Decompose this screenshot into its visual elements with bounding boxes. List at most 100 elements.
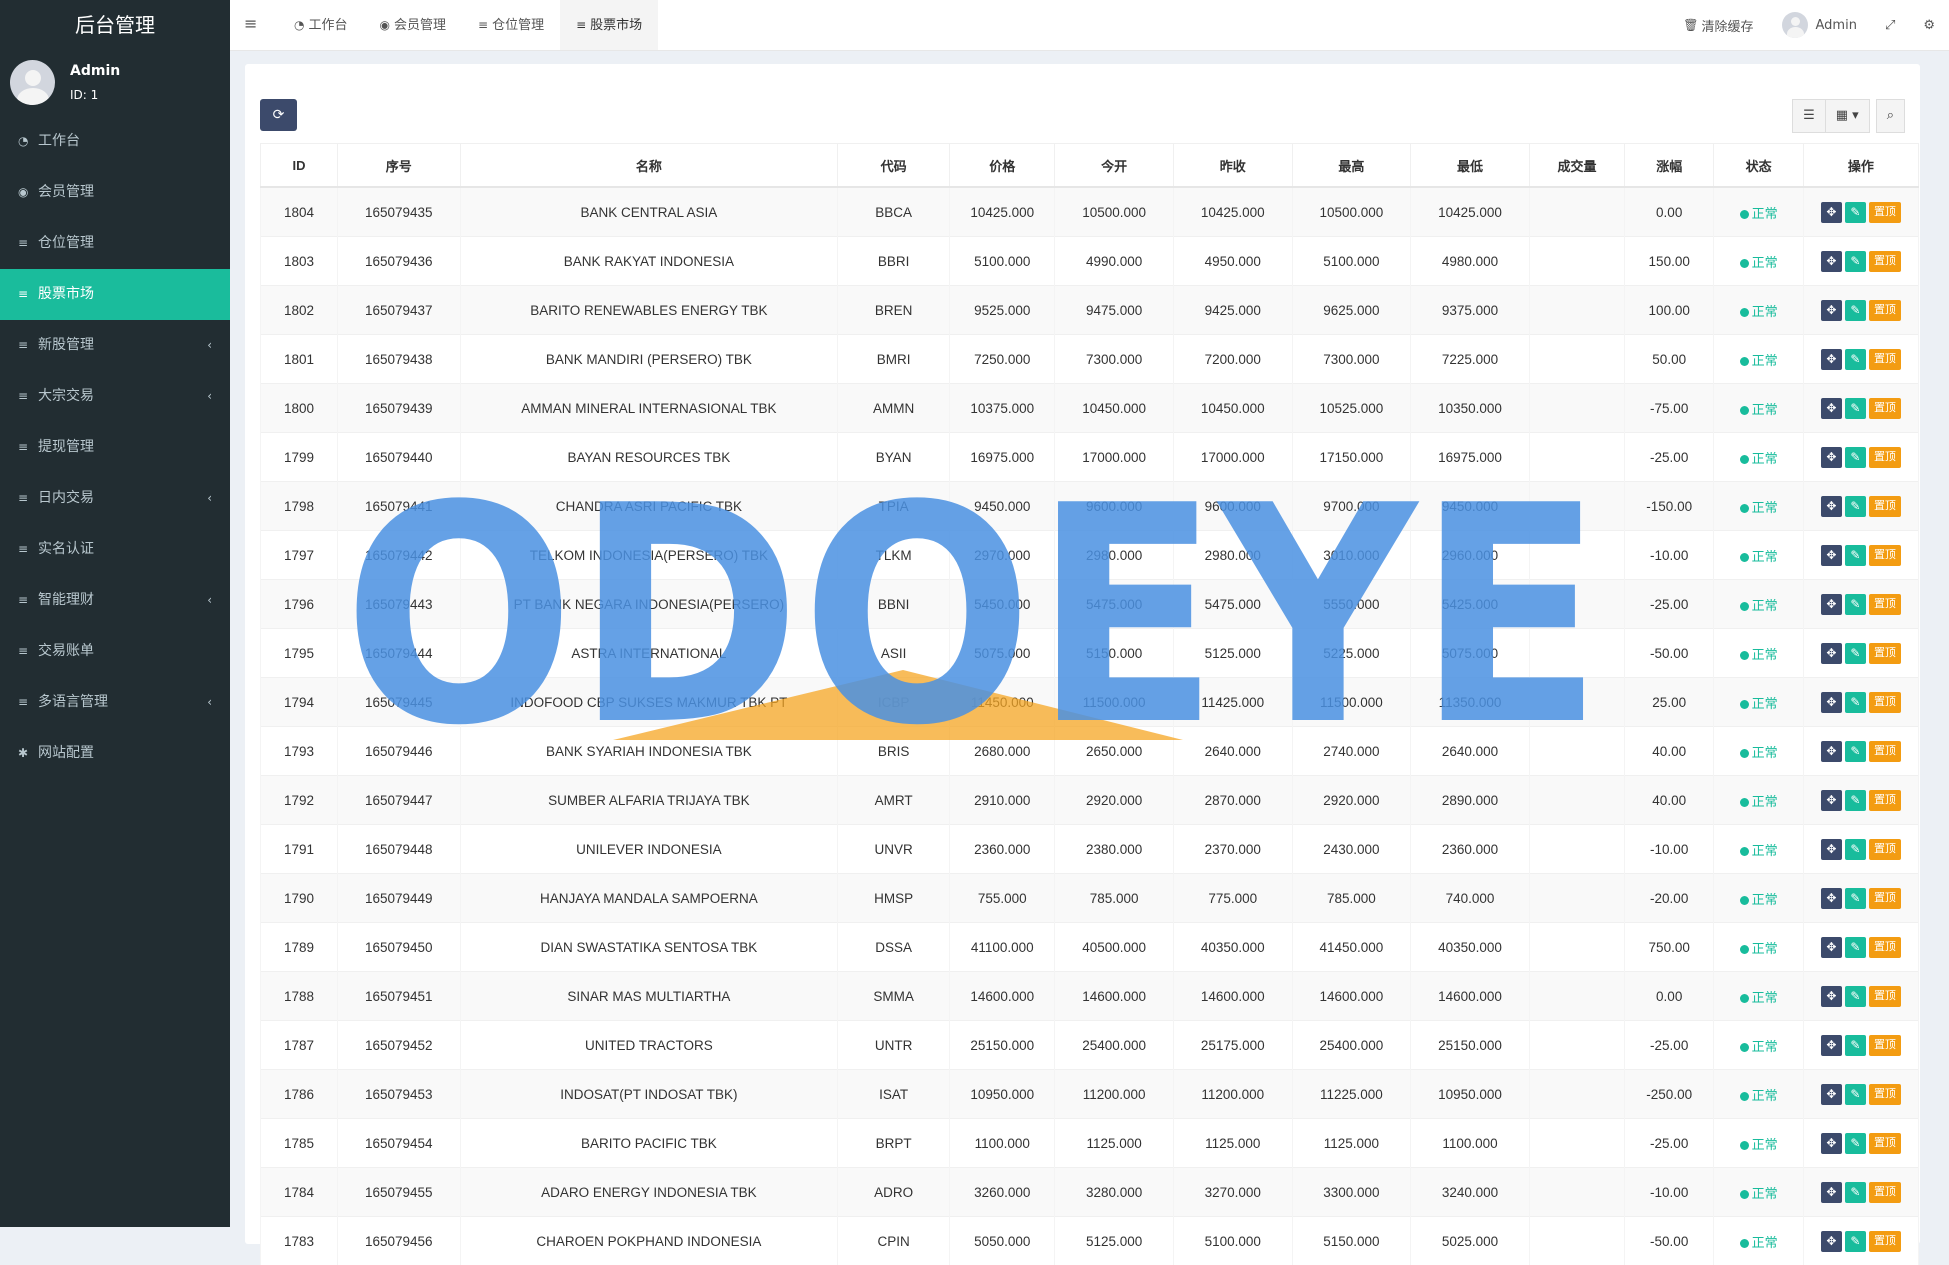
edit-button[interactable]: ✎ <box>1845 300 1866 321</box>
pin-top-button[interactable]: 置顶 <box>1869 300 1901 321</box>
drag-handle-button[interactable]: ✥ <box>1821 888 1842 909</box>
sidebar-item[interactable]: ≡提现管理 <box>0 422 230 473</box>
search-button[interactable]: ⌕ <box>1876 99 1905 133</box>
column-header[interactable]: ID <box>261 144 338 188</box>
table-row[interactable]: 1792165079447SUMBER ALFARIA TRIJAYA TBKA… <box>261 776 1919 825</box>
refresh-button[interactable]: ⟳ <box>260 99 297 131</box>
settings-icon[interactable]: ⚙ <box>1909 18 1949 33</box>
column-header[interactable]: 昨收 <box>1173 144 1292 188</box>
table-row[interactable]: 1788165079451SINAR MAS MULTIARTHASMMA146… <box>261 972 1919 1021</box>
sidebar-item[interactable]: ≡实名认证 <box>0 524 230 575</box>
edit-button[interactable]: ✎ <box>1845 1035 1866 1056</box>
clear-cache-button[interactable]: 🗑 清除缓存 <box>1669 16 1767 35</box>
table-row[interactable]: 1785165079454BARITO PACIFIC TBKBRPT1100.… <box>261 1119 1919 1168</box>
table-row[interactable]: 1790165079449HANJAYA MANDALA SAMPOERNAHM… <box>261 874 1919 923</box>
edit-button[interactable]: ✎ <box>1845 741 1866 762</box>
pin-top-button[interactable]: 置顶 <box>1869 349 1901 370</box>
pin-top-button[interactable]: 置顶 <box>1869 398 1901 419</box>
sidebar-item[interactable]: ≡智能理财‹ <box>0 575 230 626</box>
pin-top-button[interactable]: 置顶 <box>1869 496 1901 517</box>
drag-handle-button[interactable]: ✥ <box>1821 1035 1842 1056</box>
pin-top-button[interactable]: 置顶 <box>1869 790 1901 811</box>
pin-top-button[interactable]: 置顶 <box>1869 643 1901 664</box>
edit-button[interactable]: ✎ <box>1845 447 1866 468</box>
table-row[interactable]: 1794165079445INDOFOOD CBP SUKSES MAKMUR … <box>261 678 1919 727</box>
table-row[interactable]: 1795165079444ASTRA INTERNATIONALASII5075… <box>261 629 1919 678</box>
sidebar-item[interactable]: ≡多语言管理‹ <box>0 677 230 728</box>
tab[interactable]: ≡股票市场 <box>560 0 658 50</box>
table-row[interactable]: 1801165079438BANK MANDIRI (PERSERO) TBKB… <box>261 335 1919 384</box>
fullscreen-icon[interactable]: ⤢ <box>1871 18 1909 33</box>
drag-handle-button[interactable]: ✥ <box>1821 300 1842 321</box>
pin-top-button[interactable]: 置顶 <box>1869 202 1901 223</box>
edit-button[interactable]: ✎ <box>1845 790 1866 811</box>
drag-handle-button[interactable]: ✥ <box>1821 496 1842 517</box>
sidebar-item[interactable]: ≡交易账单 <box>0 626 230 677</box>
sidebar-item[interactable]: ≡日内交易‹ <box>0 473 230 524</box>
edit-button[interactable]: ✎ <box>1845 839 1866 860</box>
edit-button[interactable]: ✎ <box>1845 1231 1866 1252</box>
pin-top-button[interactable]: 置顶 <box>1869 888 1901 909</box>
pin-top-button[interactable]: 置顶 <box>1869 1084 1901 1105</box>
drag-handle-button[interactable]: ✥ <box>1821 986 1842 1007</box>
column-header[interactable]: 名称 <box>460 144 838 188</box>
pin-top-button[interactable]: 置顶 <box>1869 839 1901 860</box>
edit-button[interactable]: ✎ <box>1845 398 1866 419</box>
table-row[interactable]: 1799165079440BAYAN RESOURCES TBKBYAN1697… <box>261 433 1919 482</box>
edit-button[interactable]: ✎ <box>1845 1133 1866 1154</box>
table-row[interactable]: 1784165079455ADARO ENERGY INDONESIA TBKA… <box>261 1168 1919 1217</box>
tab[interactable]: ◔工作台 <box>278 0 364 50</box>
drag-handle-button[interactable]: ✥ <box>1821 692 1842 713</box>
edit-button[interactable]: ✎ <box>1845 496 1866 517</box>
table-row[interactable]: 1791165079448UNILEVER INDONESIAUNVR2360.… <box>261 825 1919 874</box>
sidebar-item[interactable]: ≡仓位管理 <box>0 218 230 269</box>
edit-button[interactable]: ✎ <box>1845 594 1866 615</box>
column-header[interactable]: 状态 <box>1714 144 1804 188</box>
drag-handle-button[interactable]: ✥ <box>1821 349 1842 370</box>
column-header[interactable]: 价格 <box>950 144 1055 188</box>
list-view-button[interactable]: ☰ <box>1792 99 1826 133</box>
drag-handle-button[interactable]: ✥ <box>1821 1084 1842 1105</box>
columns-dropdown-button[interactable]: ▦ ▾ <box>1826 99 1870 133</box>
sidebar-item[interactable]: ✱网站配置 <box>0 728 230 779</box>
table-row[interactable]: 1800165079439AMMAN MINERAL INTERNASIONAL… <box>261 384 1919 433</box>
edit-button[interactable]: ✎ <box>1845 349 1866 370</box>
edit-button[interactable]: ✎ <box>1845 202 1866 223</box>
edit-button[interactable]: ✎ <box>1845 1084 1866 1105</box>
column-header[interactable]: 序号 <box>337 144 460 188</box>
edit-button[interactable]: ✎ <box>1845 251 1866 272</box>
table-row[interactable]: 1804165079435BANK CENTRAL ASIABBCA10425.… <box>261 187 1919 237</box>
table-row[interactable]: 1789165079450DIAN SWASTATIKA SENTOSA TBK… <box>261 923 1919 972</box>
column-header[interactable]: 最低 <box>1411 144 1530 188</box>
column-header[interactable]: 涨幅 <box>1625 144 1714 188</box>
drag-handle-button[interactable]: ✥ <box>1821 447 1842 468</box>
column-header[interactable]: 操作 <box>1803 144 1918 188</box>
drag-handle-button[interactable]: ✥ <box>1821 594 1842 615</box>
sidebar-item[interactable]: ◔工作台 <box>0 116 230 167</box>
drag-handle-button[interactable]: ✥ <box>1821 398 1842 419</box>
menu-toggle-icon[interactable]: ≡ <box>244 14 257 33</box>
pin-top-button[interactable]: 置顶 <box>1869 594 1901 615</box>
column-header[interactable]: 今开 <box>1055 144 1174 188</box>
app-logo[interactable]: 后台管理 <box>0 0 230 50</box>
edit-button[interactable]: ✎ <box>1845 986 1866 1007</box>
drag-handle-button[interactable]: ✥ <box>1821 741 1842 762</box>
column-header[interactable]: 最高 <box>1292 144 1411 188</box>
pin-top-button[interactable]: 置顶 <box>1869 251 1901 272</box>
pin-top-button[interactable]: 置顶 <box>1869 937 1901 958</box>
pin-top-button[interactable]: 置顶 <box>1869 1133 1901 1154</box>
edit-button[interactable]: ✎ <box>1845 888 1866 909</box>
drag-handle-button[interactable]: ✥ <box>1821 1231 1842 1252</box>
table-row[interactable]: 1798165079441CHANDRA ASRI PACIFIC TBKTPI… <box>261 482 1919 531</box>
drag-handle-button[interactable]: ✥ <box>1821 643 1842 664</box>
pin-top-button[interactable]: 置顶 <box>1869 741 1901 762</box>
edit-button[interactable]: ✎ <box>1845 1182 1866 1203</box>
pin-top-button[interactable]: 置顶 <box>1869 1182 1901 1203</box>
table-row[interactable]: 1796165079443PT BANK NEGARA INDONESIA(PE… <box>261 580 1919 629</box>
table-row[interactable]: 1787165079452UNITED TRACTORSUNTR25150.00… <box>261 1021 1919 1070</box>
edit-button[interactable]: ✎ <box>1845 545 1866 566</box>
table-row[interactable]: 1793165079446BANK SYARIAH INDONESIA TBKB… <box>261 727 1919 776</box>
table-row[interactable]: 1802165079437BARITO RENEWABLES ENERGY TB… <box>261 286 1919 335</box>
user-menu[interactable]: Admin <box>1768 12 1871 38</box>
drag-handle-button[interactable]: ✥ <box>1821 937 1842 958</box>
